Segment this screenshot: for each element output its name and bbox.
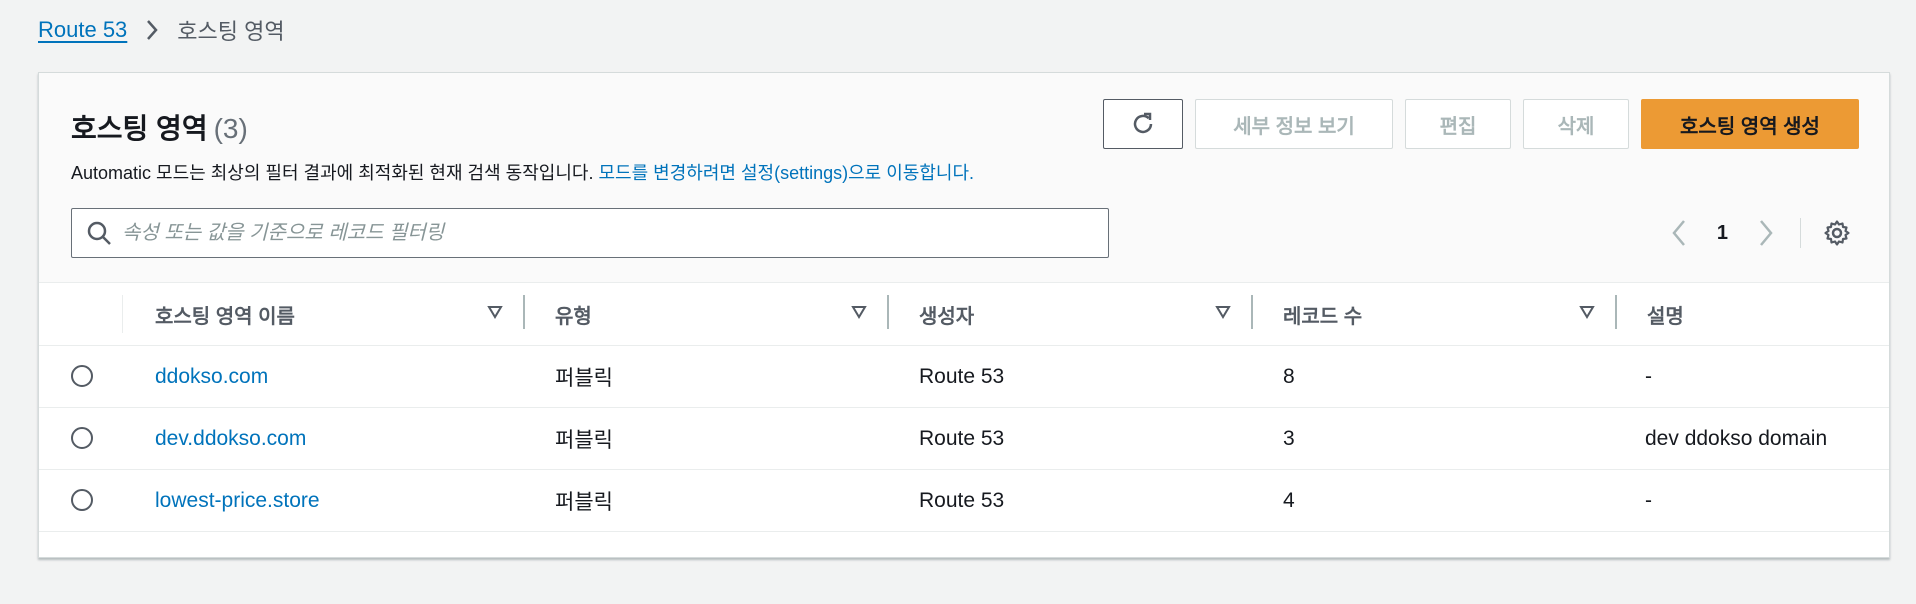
hosted-zone-name-link[interactable]: ddokso.com <box>155 365 268 388</box>
created-by: Route 53 <box>919 488 1005 512</box>
column-label: 유형 <box>555 305 592 328</box>
current-page-number[interactable]: 1 <box>1717 222 1728 245</box>
row-select-radio[interactable] <box>71 488 93 511</box>
delete-button[interactable]: 삭제 <box>1523 99 1629 149</box>
row-select-radio[interactable] <box>71 364 93 387</box>
column-resizer[interactable] <box>1615 295 1617 329</box>
column-header-type[interactable]: 유형 <box>523 283 887 346</box>
description-text: Automatic 모드는 최상의 필터 결과에 최적화된 현재 검색 동작입니… <box>71 163 599 183</box>
settings-link[interactable]: 모드를 변경하려면 설정(settings)으로 이동합니다. <box>598 163 974 183</box>
view-details-button[interactable]: 세부 정보 보기 <box>1195 99 1393 149</box>
sort-caret-icon[interactable] <box>851 305 867 319</box>
hosted-zone-name-link[interactable]: dev.ddokso.com <box>155 427 306 450</box>
select-column-header <box>39 283 123 346</box>
created-by: Route 53 <box>919 426 1005 450</box>
table-row[interactable]: lowest-price.store 퍼블릭 Route 53 4 - <box>39 469 1889 532</box>
table-row[interactable]: dev.ddokso.com 퍼블릭 Route 53 3 dev ddokso… <box>39 407 1889 470</box>
zone-description: - <box>1645 364 1652 388</box>
column-label: 설명 <box>1647 305 1684 328</box>
column-label: 호스팅 영역 이름 <box>155 305 295 328</box>
zone-description: - <box>1645 488 1652 512</box>
record-count: 4 <box>1283 488 1295 512</box>
next-page-icon[interactable] <box>1758 219 1774 247</box>
column-resizer[interactable] <box>523 295 525 329</box>
column-header-description[interactable]: 설명 <box>1615 283 1889 346</box>
sort-caret-icon[interactable] <box>1579 305 1595 319</box>
previous-page-icon[interactable] <box>1671 219 1687 247</box>
record-count: 3 <box>1283 426 1295 450</box>
column-label: 생성자 <box>919 305 975 328</box>
pager-divider <box>1800 218 1801 248</box>
column-resizer[interactable] <box>887 295 889 329</box>
hosted-zones-panel: 호스팅 영역 (3) Automatic 모드는 최상의 필터 결과에 최적화된 … <box>38 72 1890 558</box>
zone-type: 퍼블릭 <box>555 490 613 514</box>
hosted-zone-name-link[interactable]: lowest-price.store <box>155 489 320 512</box>
edit-button[interactable]: 편집 <box>1405 99 1511 149</box>
table-header-row: 호스팅 영역 이름 유형 생성자 레코드 수 설명 <box>39 283 1889 346</box>
create-hosted-zone-button[interactable]: 호스팅 영역 생성 <box>1641 99 1859 149</box>
breadcrumb-route53-link[interactable]: Route 53 <box>38 17 127 43</box>
column-header-record-count[interactable]: 레코드 수 <box>1251 283 1615 346</box>
search-icon <box>86 220 112 246</box>
breadcrumb: Route 53 호스팅 영역 <box>38 14 285 46</box>
sort-caret-icon[interactable] <box>487 305 503 319</box>
column-resizer[interactable] <box>1251 295 1253 329</box>
column-label: 레코드 수 <box>1283 305 1363 328</box>
description: Automatic 모드는 최상의 필터 결과에 최적화된 현재 검색 동작입니… <box>71 159 974 185</box>
breadcrumb-current: 호스팅 영역 <box>177 19 285 44</box>
column-header-name[interactable]: 호스팅 영역 이름 <box>123 283 523 346</box>
gear-icon[interactable] <box>1823 219 1851 247</box>
title-text: 호스팅 영역 <box>71 113 208 144</box>
row-select-radio[interactable] <box>71 426 93 449</box>
zone-type: 퍼블릭 <box>555 428 613 452</box>
refresh-button[interactable] <box>1103 99 1183 149</box>
sort-caret-icon[interactable] <box>1215 305 1231 319</box>
record-count: 8 <box>1283 364 1295 388</box>
zone-type: 퍼블릭 <box>555 366 613 390</box>
page-title: 호스팅 영역 (3) <box>71 107 248 147</box>
filter-search-box <box>71 208 1109 258</box>
created-by: Route 53 <box>919 364 1005 388</box>
hosted-zones-table: 호스팅 영역 이름 유형 생성자 레코드 수 설명 ddokso.com 퍼블릭… <box>39 283 1889 532</box>
zone-description: dev ddokso domain <box>1645 426 1828 450</box>
pagination: 1 <box>1671 216 1851 250</box>
refresh-icon <box>1129 110 1157 138</box>
filter-input[interactable] <box>122 221 1102 245</box>
panel-header: 호스팅 영역 (3) Automatic 모드는 최상의 필터 결과에 최적화된 … <box>39 73 1889 283</box>
chevron-right-icon <box>145 19 159 41</box>
table-row[interactable]: ddokso.com 퍼블릭 Route 53 8 - <box>39 345 1889 408</box>
title-count: (3) <box>213 113 248 144</box>
column-header-created-by[interactable]: 생성자 <box>887 283 1251 346</box>
